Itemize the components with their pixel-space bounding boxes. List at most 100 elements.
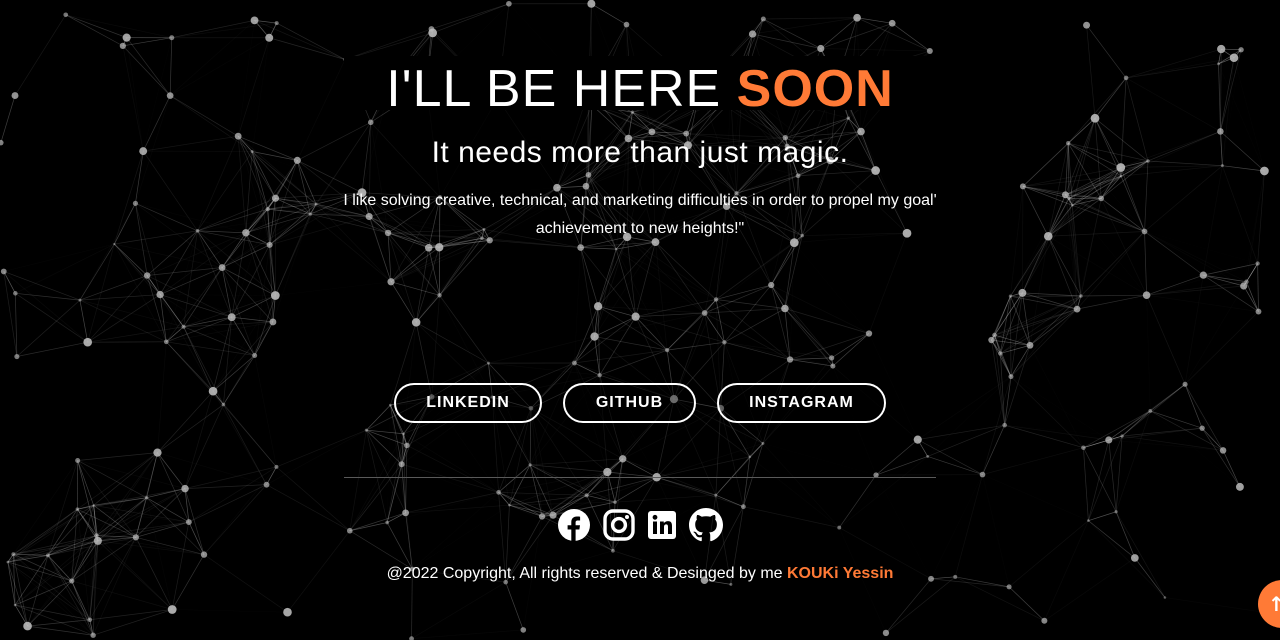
- network-link: [784, 308, 870, 334]
- network-node: [528, 463, 532, 467]
- network-node: [1008, 294, 1013, 298]
- network-link: [1115, 511, 1166, 598]
- github-button[interactable]: GITHUB: [563, 383, 696, 423]
- network-link: [401, 463, 499, 493]
- network-link: [529, 464, 543, 517]
- network-link: [1000, 296, 1011, 354]
- network-node: [346, 527, 353, 534]
- network-link: [715, 456, 751, 496]
- network-link: [991, 292, 1023, 341]
- network-link: [1145, 231, 1244, 286]
- network-link: [1088, 520, 1136, 559]
- network-link: [994, 334, 1031, 346]
- network-link: [509, 504, 543, 517]
- network-link: [580, 247, 617, 250]
- network-link: [114, 243, 148, 276]
- network-link: [412, 582, 506, 638]
- network-link: [1120, 175, 1145, 232]
- network-node: [270, 291, 280, 300]
- network-link: [770, 242, 795, 286]
- network-node: [435, 243, 444, 252]
- instagram-icon[interactable]: [602, 508, 636, 542]
- network-link: [79, 300, 89, 343]
- network-link: [431, 295, 440, 397]
- network-link: [616, 249, 705, 313]
- linkedin-icon[interactable]: [645, 508, 679, 542]
- link-buttons: LINKEDIN GITHUB INSTAGRAM: [0, 383, 1280, 427]
- network-link: [269, 37, 346, 60]
- network-link: [982, 447, 1084, 475]
- network-node: [402, 509, 410, 517]
- network-link: [273, 214, 310, 322]
- network-node: [181, 324, 186, 329]
- network-node: [269, 318, 277, 326]
- network-node: [614, 247, 618, 251]
- footer-divider: [344, 477, 936, 478]
- network-node: [75, 507, 80, 511]
- network-link: [386, 433, 404, 523]
- network-node: [1043, 232, 1053, 241]
- network-node: [1008, 374, 1014, 380]
- network-link: [1222, 450, 1241, 488]
- network-link: [885, 576, 956, 634]
- network-node: [1098, 195, 1105, 202]
- network-node: [913, 435, 922, 444]
- page: I'LL BE HERE SOON It needs more than jus…: [0, 0, 1280, 640]
- network-link: [157, 453, 266, 485]
- network-node: [364, 428, 368, 432]
- network-node: [619, 455, 627, 463]
- instagram-button[interactable]: INSTAGRAM: [717, 383, 886, 423]
- network-link: [1022, 205, 1073, 294]
- network-node: [169, 35, 175, 41]
- network-link: [197, 230, 270, 246]
- network-link: [439, 237, 483, 296]
- network-node: [122, 33, 131, 42]
- network-link: [1010, 195, 1065, 296]
- network-link: [598, 305, 705, 314]
- network-node: [1006, 584, 1012, 590]
- network-node: [153, 448, 162, 457]
- network-node: [314, 202, 318, 206]
- network-link: [15, 604, 90, 621]
- network-node: [367, 119, 374, 126]
- network-link: [832, 333, 870, 367]
- network-link: [255, 245, 270, 356]
- network-link: [405, 512, 413, 570]
- network-link: [1144, 231, 1147, 296]
- network-link: [488, 337, 594, 364]
- github-icon[interactable]: [689, 508, 723, 542]
- network-node: [409, 636, 414, 640]
- network-node: [271, 194, 280, 202]
- network-node: [508, 503, 511, 507]
- network-node: [252, 353, 258, 359]
- network-node: [195, 228, 200, 233]
- network-link: [269, 160, 298, 245]
- network-link: [188, 466, 277, 523]
- network-node: [506, 0, 512, 7]
- network-link: [197, 230, 233, 318]
- author-name[interactable]: KOUKi Yessin: [787, 565, 893, 582]
- network-node: [520, 627, 527, 633]
- network-node: [1061, 191, 1069, 199]
- network-link: [1257, 170, 1265, 264]
- network-link: [752, 17, 858, 35]
- network-link: [530, 458, 623, 466]
- network-link: [715, 494, 744, 508]
- network-node: [979, 471, 986, 478]
- network-link: [580, 247, 595, 337]
- network-link: [1144, 231, 1204, 276]
- network-node: [242, 229, 250, 237]
- network-node: [227, 313, 236, 322]
- network-node: [1217, 44, 1226, 54]
- network-link: [412, 505, 509, 569]
- network-link: [77, 452, 158, 461]
- network-link: [1065, 194, 1082, 297]
- facebook-icon[interactable]: [557, 508, 591, 542]
- network-link: [171, 20, 255, 39]
- network-link: [188, 484, 267, 523]
- network-link: [412, 630, 524, 639]
- linkedin-button[interactable]: LINKEDIN: [394, 383, 542, 423]
- network-link: [821, 49, 930, 52]
- network-link: [831, 333, 870, 359]
- network-node: [398, 461, 405, 468]
